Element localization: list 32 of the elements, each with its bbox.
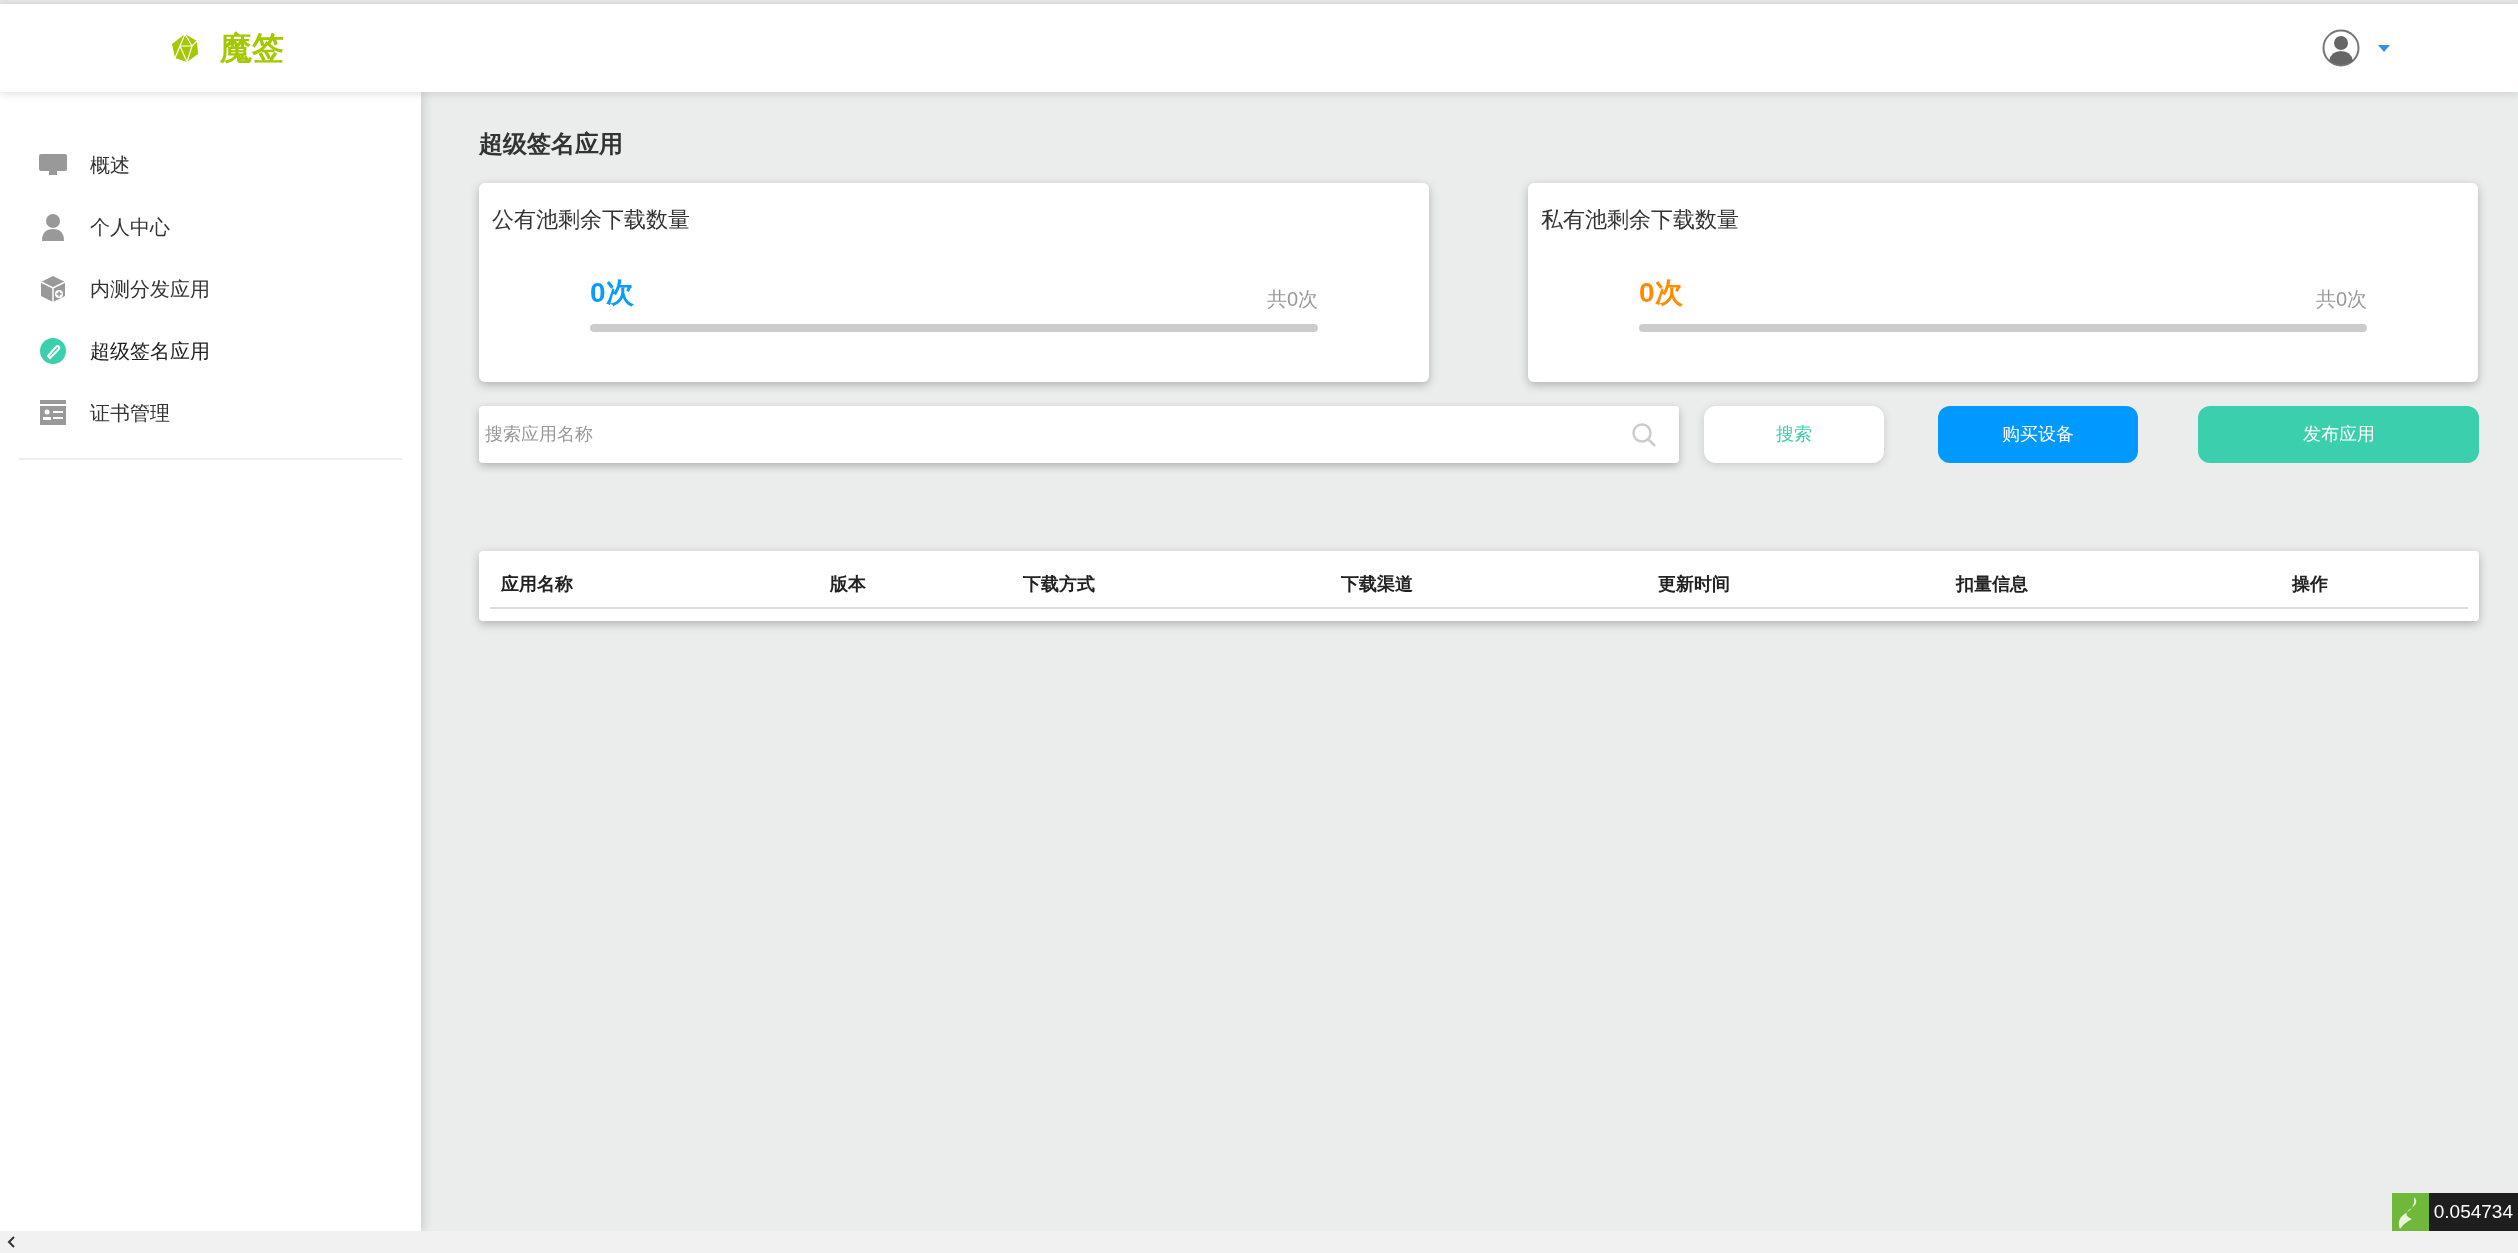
logo-icon: [170, 33, 200, 63]
sidebar-item[interactable]: 个人中心: [0, 196, 421, 258]
card-title: 公有池剩余下载数量: [492, 206, 691, 234]
card-title: 私有池剩余下载数量: [1541, 206, 1740, 234]
column-header: 应用名称: [501, 572, 574, 596]
box-icon: [39, 275, 67, 303]
card-icon: [40, 400, 66, 426]
monitor-icon: [39, 154, 67, 176]
caret-icon[interactable]: [2378, 44, 2390, 52]
reading-label: 0.054734: [2428, 1193, 2518, 1231]
sidebar-item[interactable]: 证书管理: [0, 382, 421, 444]
column-header: 下载渠道: [1341, 572, 1414, 596]
column-header: 操作: [2292, 572, 2329, 596]
page-title: 超级签名应用: [479, 129, 624, 159]
total-count: 共0次: [2315, 287, 2367, 312]
sidebar-item[interactable]: 内测分发应用: [0, 258, 421, 320]
person-icon: [41, 213, 65, 241]
column-header: 扣量信息: [1956, 572, 2029, 596]
total-count: 共0次: [1266, 287, 1318, 312]
remaining-count: 0次: [590, 276, 634, 310]
search-field[interactable]: 搜索应用名称: [479, 406, 1679, 463]
sidebar-item[interactable]: 概述: [0, 134, 421, 196]
column-header: 版本: [830, 572, 867, 596]
remaining-count: 0次: [1639, 276, 1683, 310]
pencil-icon: [39, 337, 67, 365]
logo-text: 魔签: [220, 29, 284, 68]
column-header: 下载方式: [1023, 572, 1096, 596]
column-header: 更新时间: [1658, 572, 1731, 596]
avatar-icon[interactable]: [2322, 29, 2360, 67]
sidebar-item[interactable]: 超级签名应用: [0, 320, 421, 382]
scroll-left-icon[interactable]: [6, 1236, 16, 1248]
flame-icon: [2391, 1193, 2429, 1231]
